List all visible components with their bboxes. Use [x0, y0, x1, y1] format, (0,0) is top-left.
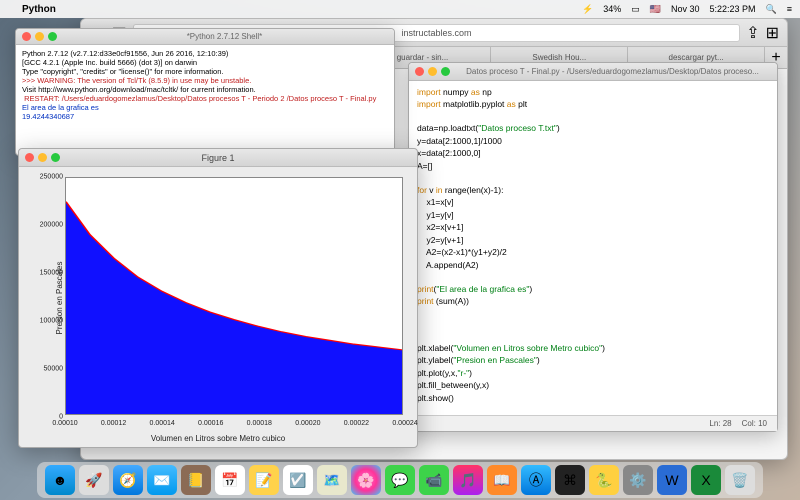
close-icon[interactable] — [415, 67, 424, 76]
dock-app-mail[interactable]: ✉️ — [147, 465, 177, 495]
dock-app-appstore[interactable]: Ⓐ — [521, 465, 551, 495]
dock-app-safari[interactable]: 🧭 — [113, 465, 143, 495]
chart-xtick: 0.00010 — [52, 420, 77, 427]
figure-title-text: Figure 1 — [201, 153, 234, 163]
chart-xtick: 0.00014 — [149, 420, 174, 427]
locale-flag[interactable]: 🇺🇸 — [650, 4, 661, 15]
chart-xtick: 0.00016 — [198, 420, 223, 427]
chart-xlabel: Volumen en Litros sobre Metro cubico — [19, 434, 417, 443]
editor-code-area[interactable]: import numpy as np import matplotlib.pyp… — [409, 81, 777, 411]
dock-app-messages[interactable]: 💬 — [385, 465, 415, 495]
chart-ytick: 50000 — [37, 366, 63, 373]
figure-titlebar[interactable]: Figure 1 — [19, 149, 417, 167]
dock-app-trash[interactable]: 🗑️ — [725, 465, 755, 495]
dock-app-notes[interactable]: 📝 — [249, 465, 279, 495]
shell-output[interactable]: Python 2.7.12 (v2.7.12:d33e0cf91556, Jun… — [16, 45, 394, 125]
close-icon[interactable] — [25, 153, 34, 162]
menu-bar: Python ⚡ 34% ▭ 🇺🇸 Nov 30 5:22:23 PM 🔍 ≡ — [0, 0, 800, 18]
dock-app-photos[interactable]: 🌸 — [351, 465, 381, 495]
app-menu-name[interactable]: Python — [22, 4, 56, 15]
dock-app-maps[interactable]: 🗺️ — [317, 465, 347, 495]
chart-plot-area — [65, 177, 403, 415]
editor-statusbar: Ln: 28 Col: 10 — [409, 415, 777, 431]
dock-app-facetime[interactable]: 📹 — [419, 465, 449, 495]
status-col: Col: 10 — [742, 419, 767, 428]
menu-extra-icon[interactable]: ≡ — [787, 4, 792, 14]
menu-date: Nov 30 — [671, 4, 700, 14]
zoom-icon[interactable] — [48, 32, 57, 41]
dock-app-finder[interactable]: ☻ — [45, 465, 75, 495]
zoom-icon[interactable] — [51, 153, 60, 162]
editor-title-text: Datos proceso T - Final.py - /Users/edua… — [466, 67, 759, 76]
minimize-icon[interactable] — [35, 32, 44, 41]
dock-app-contacts[interactable]: 📒 — [181, 465, 211, 495]
editor-window: Datos proceso T - Final.py - /Users/edua… — [408, 62, 778, 432]
dock-app-settings[interactable]: ⚙️ — [623, 465, 653, 495]
dock-app-reminders[interactable]: ☑️ — [283, 465, 313, 495]
chart-ytick: 250000 — [37, 174, 63, 181]
chart-xtick: 0.00020 — [295, 420, 320, 427]
dock-app-excel[interactable]: X — [691, 465, 721, 495]
minimize-icon[interactable] — [428, 67, 437, 76]
chart-xtick: 0.00012 — [101, 420, 126, 427]
close-icon[interactable] — [22, 32, 31, 41]
dock-app-terminal[interactable]: ⌘ — [555, 465, 585, 495]
battery-percent: 34% — [603, 4, 621, 14]
menu-time: 5:22:23 PM — [709, 4, 755, 14]
chart-xtick: 0.00018 — [247, 420, 272, 427]
shell-titlebar[interactable]: *Python 2.7.12 Shell* — [16, 29, 394, 45]
editor-titlebar[interactable]: Datos proceso T - Final.py - /Users/edua… — [409, 63, 777, 81]
tabs-icon[interactable]: ⊞ — [766, 23, 779, 43]
spotlight-icon[interactable]: 🔍 — [766, 4, 777, 15]
dock-app-launchpad[interactable]: 🚀 — [79, 465, 109, 495]
dock-app-idle[interactable]: 🐍 — [589, 465, 619, 495]
battery-icon[interactable]: ▭ — [631, 4, 640, 15]
wifi-icon[interactable]: ⚡ — [582, 4, 593, 15]
chart-ytick: 100000 — [37, 318, 63, 325]
figure-window: Figure 1 Presion en Pascales Volumen en … — [18, 148, 418, 448]
dock: ☻ 🚀 🧭 ✉️ 📒 📅 📝 ☑️ 🗺️ 🌸 💬 📹 🎵 📖 Ⓐ ⌘ 🐍 ⚙️ … — [37, 462, 763, 498]
chart-xtick: 0.00022 — [344, 420, 369, 427]
dock-app-ibooks[interactable]: 📖 — [487, 465, 517, 495]
chart-ytick: 150000 — [37, 270, 63, 277]
status-line: Ln: 28 — [709, 419, 731, 428]
minimize-icon[interactable] — [38, 153, 47, 162]
dock-app-word[interactable]: W — [657, 465, 687, 495]
zoom-icon[interactable] — [441, 67, 450, 76]
dock-app-calendar[interactable]: 📅 — [215, 465, 245, 495]
share-icon[interactable]: ⇪ — [746, 23, 759, 43]
chart-svg — [66, 178, 402, 414]
chart-xtick: 0.00024 — [392, 420, 417, 427]
chart-ytick: 200000 — [37, 222, 63, 229]
dock-app-itunes[interactable]: 🎵 — [453, 465, 483, 495]
shell-window: *Python 2.7.12 Shell* Python 2.7.12 (v2.… — [15, 28, 395, 156]
shell-title-text: *Python 2.7.12 Shell* — [187, 32, 263, 41]
